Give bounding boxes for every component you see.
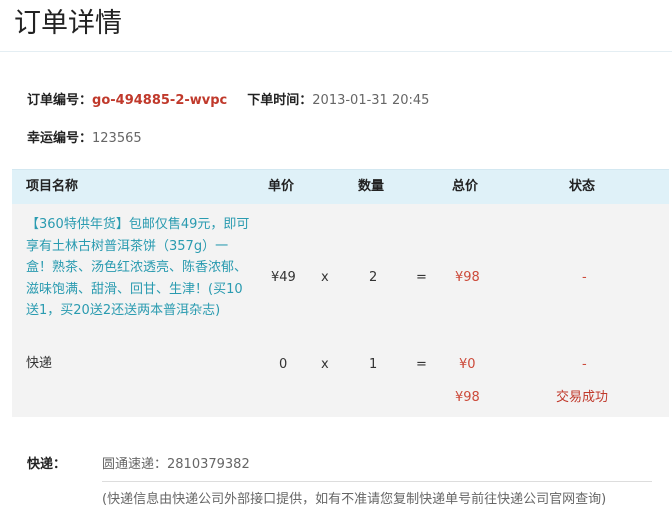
shipping-label: 快递： [27, 457, 67, 472]
shipping-note: (快递信息由快递公司外部接口提供，如有不准请您复制快递单号前往快递公司官网查询) [102, 492, 607, 507]
shipping-item-name: 快递 [26, 356, 53, 371]
times-sign: x [321, 357, 329, 372]
row-total: ¥0 [459, 357, 476, 372]
order-info-row: 订单编号：go-494885-2-wvpc 下单时间：2013-01-31 20:… [27, 91, 429, 111]
equals-sign: = [416, 270, 427, 285]
lucky-number-value: 123565 [92, 131, 142, 146]
row-status: - [582, 357, 587, 372]
shipping-row: 快递： 圆通速递：2810379382 [27, 455, 250, 475]
row-status: - [582, 270, 587, 285]
column-header-quantity: 数量 [358, 179, 385, 194]
grand-total: ¥98 [455, 390, 480, 405]
unit-price: 0 [279, 357, 288, 372]
column-header-item-name: 项目名称 [26, 179, 79, 194]
order-time-value: 2013-01-31 20:45 [312, 93, 430, 108]
unit-price: ¥49 [271, 270, 296, 285]
page-title: 订单详情 [14, 8, 122, 39]
order-time-label: 下单时间： [247, 93, 313, 108]
lucky-number-row: 幸运编号：123565 [27, 129, 142, 149]
row-total: ¥98 [455, 270, 480, 285]
column-header-status: 状态 [569, 179, 596, 194]
trade-status: 交易成功 [556, 390, 609, 405]
lucky-number-label: 幸运编号： [27, 131, 93, 146]
table-body: 【360特供年货】包邮仅售49元，即可享有土林古树普洱茶饼（357g）一盒！熟茶… [12, 204, 669, 417]
times-sign: x [321, 270, 329, 285]
quantity: 1 [369, 357, 378, 372]
column-header-unit-price: 单价 [268, 179, 295, 194]
table-header: 项目名称 单价 数量 总价 状态 [12, 169, 669, 204]
equals-sign: = [416, 357, 427, 372]
shipping-carrier: 圆通速递：2810379382 [102, 457, 250, 472]
order-number-label: 订单编号： [27, 93, 93, 108]
order-number-value: go-494885-2-wvpc [92, 93, 228, 108]
column-header-total: 总价 [452, 179, 479, 194]
order-items-table: 项目名称 单价 数量 总价 状态 【360特供年货】包邮仅售49元，即可享有土林… [12, 169, 669, 417]
divider [102, 481, 652, 482]
page-header: 订单详情 [0, 0, 672, 52]
quantity: 2 [369, 270, 378, 285]
product-link[interactable]: 【360特供年货】包邮仅售49元，即可享有土林古树普洱茶饼（357g）一盒！熟茶… [26, 214, 251, 322]
